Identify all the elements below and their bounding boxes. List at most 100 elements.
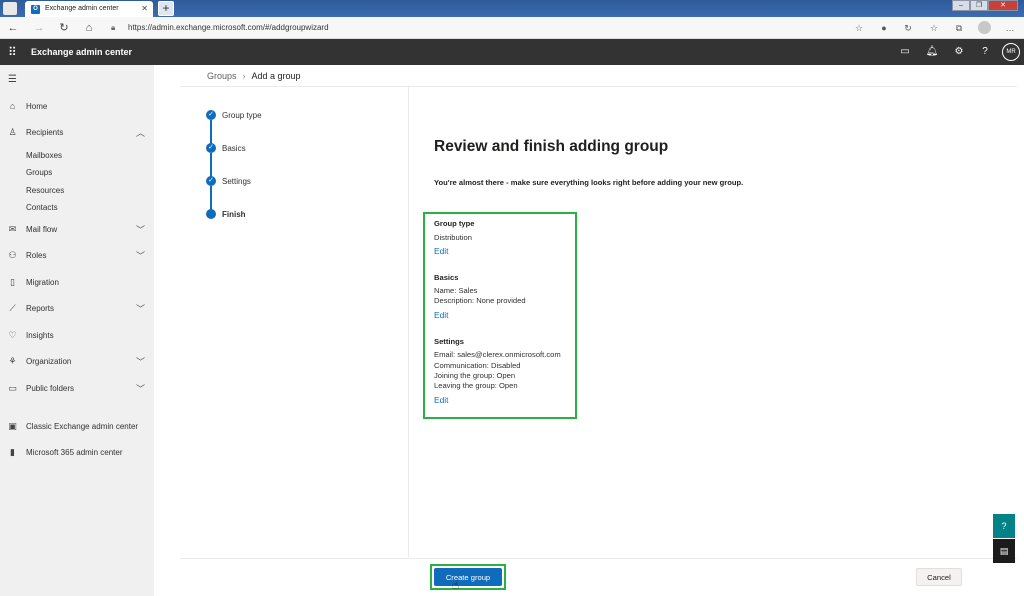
left-navigation: ☰ ⌂ Home ♙ Recipients ︿ Mailboxes Groups… [0, 65, 154, 596]
url-text: https://admin.exchange.microsoft.com/#/a… [128, 23, 329, 32]
hand-cursor-icon: ☝ [452, 578, 460, 592]
person-icon: ♙ [8, 127, 17, 137]
nav-item-m365-admin[interactable]: ▮ Microsoft 365 admin center [0, 445, 154, 461]
create-group-button[interactable]: Create group [434, 568, 502, 586]
address-bar: ← → ↻ ⌂ 🔒︎ https://admin.exchange.micros… [0, 17, 1024, 39]
nav-item-classic-eac[interactable]: ▣ Classic Exchange admin center [0, 419, 154, 435]
footer-divider [180, 558, 1017, 559]
steps-divider [408, 87, 409, 557]
back-arrow-icon[interactable]: ← [6, 21, 20, 35]
edit-basics-link[interactable]: Edit [434, 310, 448, 320]
roles-icon: ⚇ [8, 250, 17, 260]
nav-item-label: Classic Exchange admin center [26, 422, 139, 431]
cancel-button[interactable]: Cancel [916, 568, 962, 586]
home-button-icon[interactable]: ⌂ [82, 21, 96, 35]
refresh-icon[interactable]: ↻ [57, 21, 71, 35]
browser-tab[interactable]: O Exchange admin center ✕ [25, 1, 153, 17]
edit-settings-link[interactable]: Edit [434, 395, 448, 405]
nav-item-public-folders[interactable]: ▭ Public folders ﹀ [0, 381, 154, 397]
user-avatar[interactable]: MR [1002, 43, 1020, 61]
step-complete-check-icon: ✓ [206, 143, 216, 153]
settings-gear-icon[interactable]: ⚙ [952, 45, 966, 59]
nav-item-label: Microsoft 365 admin center [26, 448, 123, 457]
terminal-icon[interactable]: ▭ [898, 45, 912, 59]
basics-description: Description: None provided [434, 296, 526, 305]
collections-icon[interactable]: ⧉ [952, 21, 966, 35]
exchange-icon: ▣ [8, 421, 17, 431]
basics-heading: Basics [434, 273, 459, 282]
document-icon: ▯ [10, 277, 15, 287]
nav-item-label: Recipients [26, 128, 64, 137]
feedback-chat-icon[interactable]: ▤ [993, 539, 1015, 563]
breadcrumb-current: Add a group [251, 71, 301, 81]
forward-arrow-icon[interactable]: → [32, 21, 46, 35]
sync-icon[interactable]: ↻ [901, 21, 915, 35]
nav-item-home[interactable]: ⌂ Home [0, 99, 154, 115]
extension-icon[interactable]: ● [877, 21, 891, 35]
url-field[interactable]: 🔒︎ https://admin.exchange.microsoft.com/… [104, 20, 874, 36]
settings-joining: Joining the group: Open [434, 371, 516, 380]
basics-name: Name: Sales [434, 286, 478, 295]
nav-item-recipients[interactable]: ♙ Recipients ︿ [0, 125, 154, 141]
chevron-up-icon: ︿ [136, 128, 146, 138]
more-options-icon[interactable]: … [1003, 21, 1017, 35]
nav-item-label: Home [26, 102, 48, 111]
settings-heading: Settings [434, 337, 464, 346]
settings-leaving: Leaving the group: Open [434, 381, 518, 390]
nav-item-mail-flow[interactable]: ✉ Mail flow ﹀ [0, 222, 154, 238]
window-controls: – ❐ ✕ [952, 0, 1018, 12]
favorite-add-icon[interactable]: ☆ [852, 21, 866, 35]
minimize-button[interactable]: – [952, 0, 970, 11]
help-question-icon[interactable]: ? [993, 514, 1015, 538]
group-type-heading: Group type [434, 219, 475, 228]
group-type-value: Distribution [434, 233, 472, 242]
nav-sub-resources[interactable]: Resources [26, 186, 64, 195]
settings-email: Email: sales@clerex.onmicrosoft.com [434, 350, 561, 359]
step-complete-check-icon: ✓ [206, 176, 216, 186]
app-header: ⠿ Exchange admin center ▭ 🔔︎ ⚙ ? MR [0, 39, 1024, 65]
breadcrumb: Groups › Add a group [207, 71, 301, 81]
hamburger-menu-icon[interactable]: ☰ [8, 74, 17, 85]
nav-item-migration[interactable]: ▯ Migration [0, 275, 154, 291]
page-title: Review and finish adding group [434, 138, 669, 155]
nav-sub-groups[interactable]: Groups [26, 168, 52, 177]
tab-close-icon[interactable]: ✕ [141, 4, 148, 13]
nav-sub-contacts[interactable]: Contacts [26, 203, 58, 212]
page-subtitle: You're almost there - make sure everythi… [434, 178, 744, 187]
nav-item-insights[interactable]: ♡ Insights [0, 328, 154, 344]
notification-bell-icon[interactable]: 🔔︎ [925, 45, 939, 59]
settings-communication: Communication: Disabled [434, 361, 521, 370]
mail-icon: ✉ [8, 224, 17, 234]
restore-button[interactable]: ❐ [970, 0, 988, 11]
nav-item-organization[interactable]: ⚘ Organization ﹀ [0, 354, 154, 370]
nav-sub-mailboxes[interactable]: Mailboxes [26, 151, 62, 160]
step-finish: Finish [222, 210, 246, 219]
step-settings[interactable]: Settings [222, 177, 251, 186]
edit-group-type-link[interactable]: Edit [434, 246, 448, 256]
window-close-button[interactable]: ✕ [988, 0, 1018, 11]
breadcrumb-groups[interactable]: Groups [207, 71, 237, 81]
nav-item-label: Mail flow [26, 225, 58, 234]
nav-item-roles[interactable]: ⚇ Roles ﹀ [0, 248, 154, 264]
nav-item-label: Reports [26, 304, 55, 313]
chevron-down-icon: ﹀ [136, 304, 146, 314]
window-menu-icon[interactable] [3, 2, 17, 15]
new-tab-button[interactable]: + [158, 1, 174, 16]
help-icon[interactable]: ? [978, 45, 992, 59]
step-complete-check-icon: ✓ [206, 110, 216, 120]
breadcrumb-divider [180, 86, 1017, 87]
step-basics[interactable]: Basics [222, 144, 246, 153]
step-group-type[interactable]: Group type [222, 111, 262, 120]
profile-avatar[interactable] [978, 21, 991, 34]
lock-icon: 🔒︎ [111, 23, 116, 32]
nav-item-label: Insights [26, 331, 54, 340]
nav-item-label: Public folders [26, 384, 75, 393]
nav-item-reports[interactable]: ⟋ Reports ﹀ [0, 301, 154, 317]
nav-item-label: Organization [26, 357, 72, 366]
lightbulb-icon: ♡ [8, 330, 17, 340]
chevron-down-icon: ﹀ [136, 384, 146, 394]
app-title: Exchange admin center [31, 47, 133, 57]
app-launcher-icon[interactable]: ⠿ [8, 45, 17, 59]
favorites-icon[interactable]: ☆ [927, 21, 941, 35]
org-icon: ⚘ [8, 356, 17, 366]
